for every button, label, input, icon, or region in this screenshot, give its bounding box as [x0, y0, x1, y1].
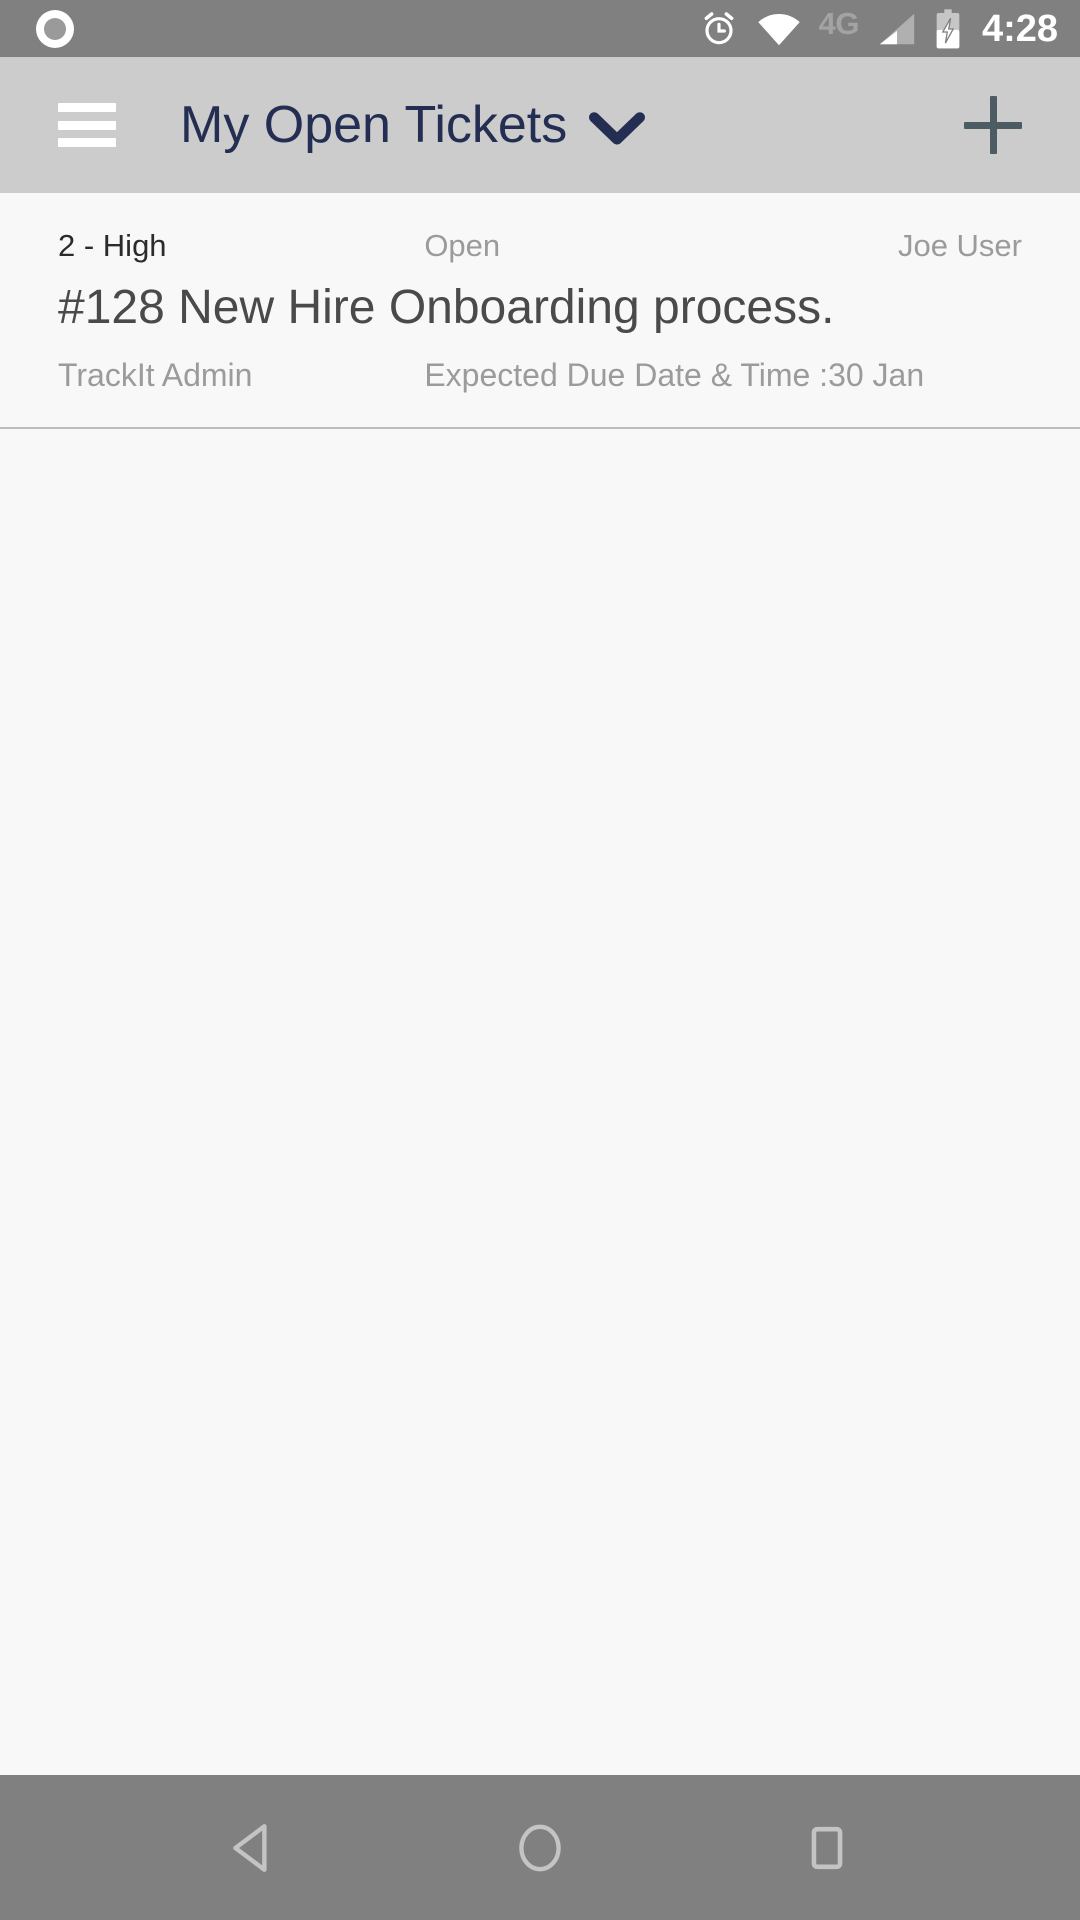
ticket-list: 2 - High Open Joe User #128 New Hire Onb…	[0, 193, 1080, 1775]
nav-home-button[interactable]	[480, 1775, 600, 1920]
app-bar: My Open Tickets	[0, 57, 1080, 193]
ticket-assignee-cell: Joe User	[810, 227, 1022, 264]
ticket-requester-cell: TrackIt Admin	[58, 356, 424, 394]
alarm-clock-icon	[704, 11, 733, 44]
ticket-requester: TrackIt Admin	[58, 357, 253, 394]
ticket-due-cell: Expected Due Date & Time :30 Jan	[424, 356, 924, 394]
hamburger-menu-icon[interactable]	[58, 103, 116, 147]
add-ticket-button[interactable]	[964, 96, 1022, 154]
status-bar-left	[22, 9, 74, 48]
status-bar: 4G 4:28	[0, 0, 1080, 57]
hamburger-line	[58, 120, 116, 130]
recents-square-icon	[811, 1826, 842, 1869]
circle-notification-icon	[36, 9, 74, 48]
status-bar-right: 4G 4:28	[699, 8, 1058, 50]
ticket-priority: 2 - High	[58, 228, 167, 263]
android-navigation-bar	[0, 1775, 1080, 1920]
ticket-title: #128 New Hire Onboarding process.	[58, 281, 835, 335]
hamburger-line	[58, 103, 116, 112]
ticket-priority-cell: 2 - High	[58, 227, 424, 264]
signal-bars-icon	[879, 13, 915, 44]
home-circle-icon	[519, 1824, 561, 1871]
nav-back-button[interactable]	[193, 1775, 313, 1920]
ticket-sub-row: TrackIt Admin Expected Due Date & Time :…	[58, 356, 1022, 394]
chevron-down-icon[interactable]	[589, 111, 646, 147]
back-triangle-icon	[233, 1823, 267, 1872]
phone-screen: 4G 4:28 My Open Tickets 2 - High Open Jo…	[0, 0, 1080, 1920]
page-title: My Open Tickets	[180, 96, 568, 154]
ticket-meta-row: 2 - High Open Joe User	[58, 227, 1022, 264]
hamburger-line	[58, 138, 116, 147]
network-type-label: 4G	[818, 6, 860, 41]
status-bar-clock: 4:28	[981, 7, 1058, 50]
ticket-status-cell: Open	[424, 227, 810, 264]
ticket-due-date: Expected Due Date & Time :30 Jan	[424, 357, 925, 394]
nav-recents-button[interactable]	[767, 1775, 887, 1920]
ticket-assignee: Joe User	[897, 228, 1022, 263]
battery-charging-icon	[936, 8, 960, 48]
ticket-status: Open	[424, 228, 501, 263]
wifi-icon	[757, 13, 800, 45]
title-dropdown-button[interactable]: My Open Tickets	[180, 96, 646, 154]
ticket-list-item[interactable]: 2 - High Open Joe User #128 New Hire Onb…	[0, 193, 1080, 429]
